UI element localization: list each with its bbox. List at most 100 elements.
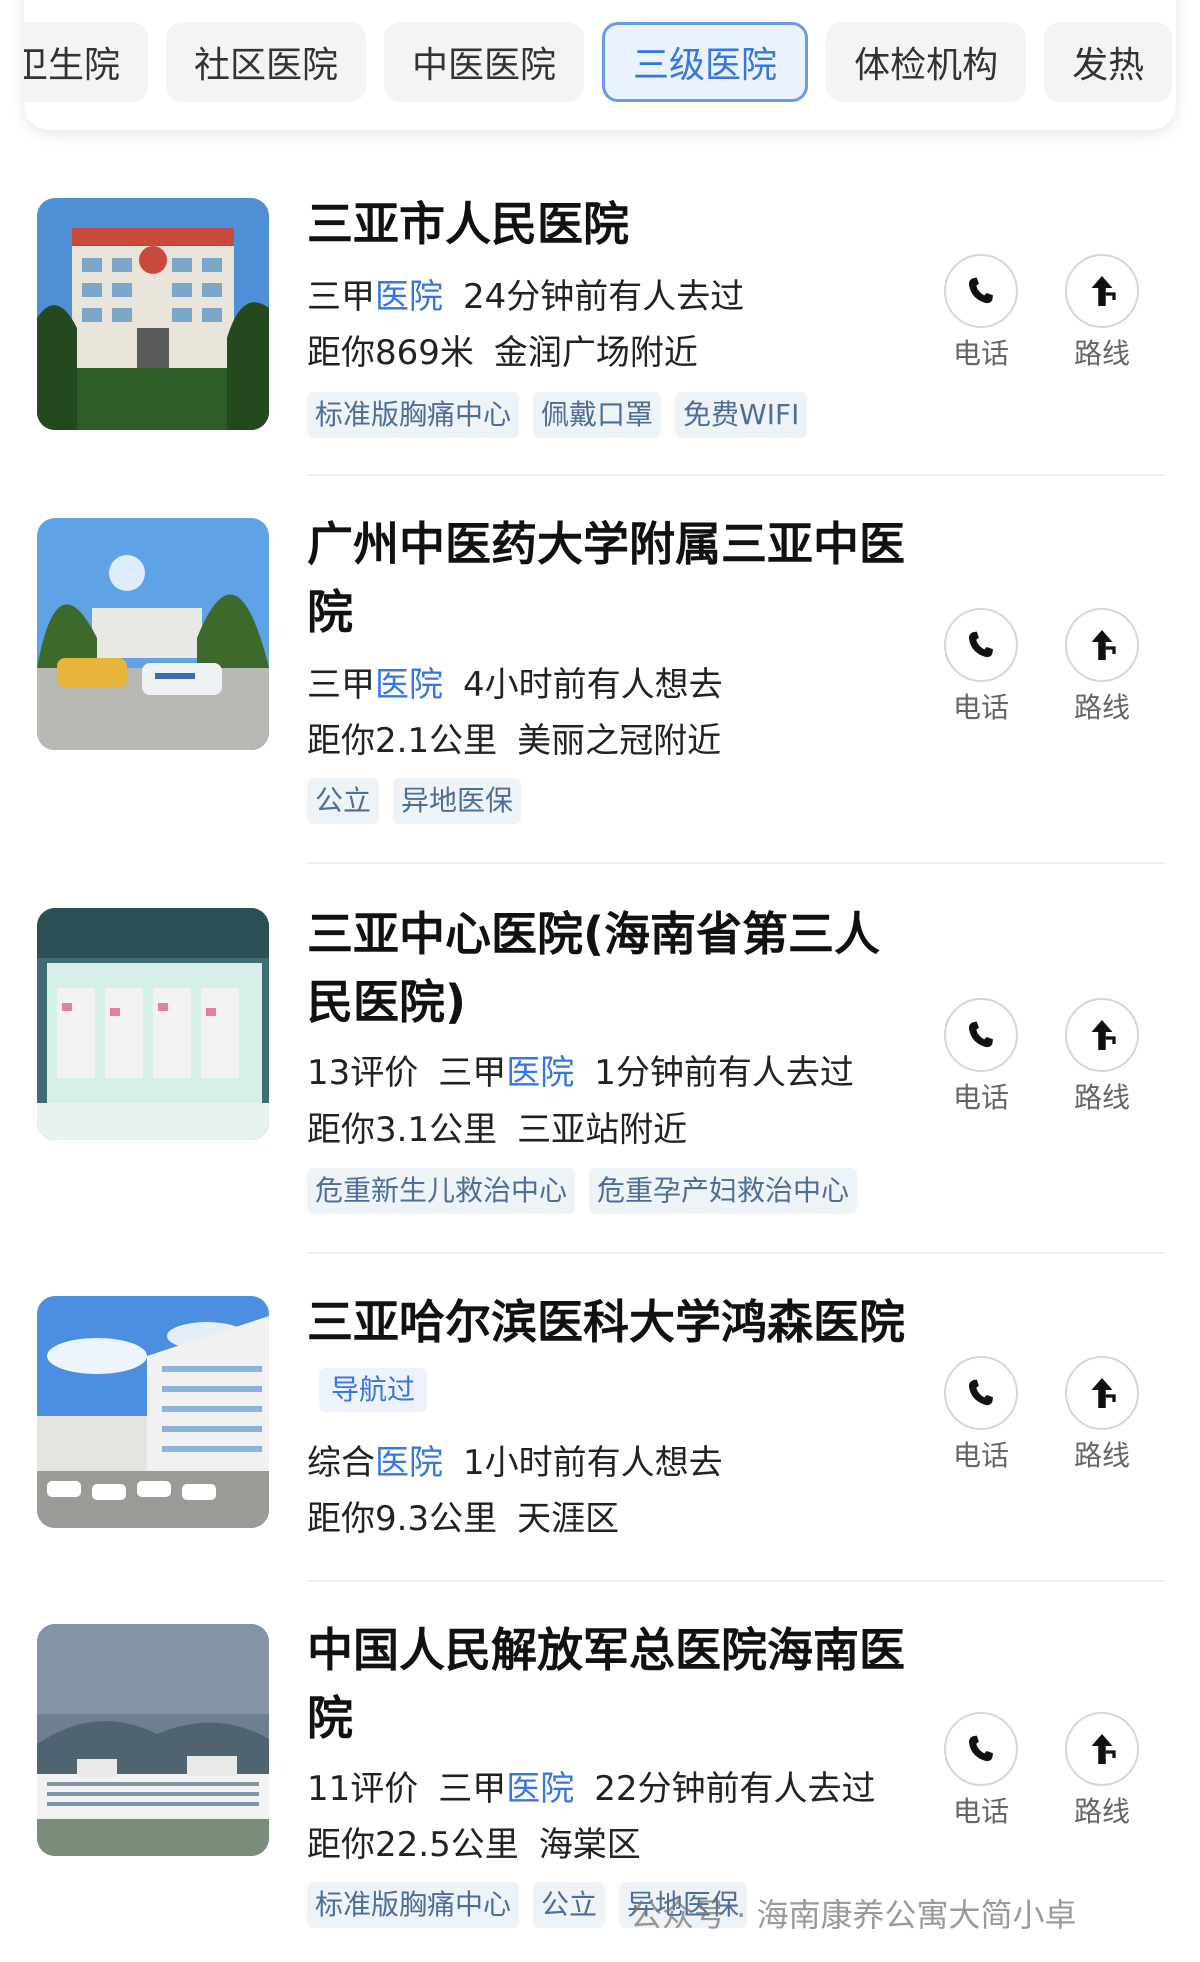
hospital-activity: 1分钟前有人去过	[594, 1053, 854, 1093]
route-button[interactable]: 路线	[1057, 1356, 1147, 1476]
hospital-distance: 距你22.5公里	[307, 1825, 519, 1865]
hospital-photo	[37, 1624, 269, 1856]
hospital-distance: 距你869米	[307, 333, 474, 373]
hospital-meta: 三甲医院 24分钟前有人去过	[307, 272, 744, 322]
phone-icon	[968, 631, 993, 658]
hospital-meta: 三甲医院 4小时前有人想去	[307, 660, 723, 710]
route-button[interactable]: 路线	[1057, 1712, 1147, 1832]
hospital-category: 医院	[375, 665, 443, 705]
route-label: 路线	[1073, 1439, 1130, 1472]
call-button[interactable]: 电话	[936, 998, 1026, 1118]
hospital-category: 医院	[375, 1443, 443, 1483]
tag: 免费WIFI	[675, 392, 808, 438]
call-button[interactable]: 电话	[936, 1356, 1026, 1476]
hospital-category: 医院	[506, 1053, 575, 1093]
route-button[interactable]: 路线	[1057, 998, 1147, 1118]
route-arrow-icon	[1091, 1378, 1116, 1408]
hospital-name[interactable]: 三亚市人民医院	[307, 190, 907, 258]
filter-chip-community-hospital[interactable]: 社区医院	[166, 22, 367, 102]
hospital-location: 距你869米 金润广场附近	[307, 328, 698, 378]
hospital-name[interactable]: 中国人民解放军总医院海南医院	[307, 1616, 907, 1752]
route-button[interactable]: 路线	[1057, 254, 1147, 374]
hospital-name[interactable]: 三亚中心医院(海南省第三人民医院)	[307, 900, 907, 1036]
divider	[307, 862, 1165, 864]
route-arrow-icon	[1091, 276, 1116, 306]
hospital-activity: 1小时前有人想去	[463, 1443, 723, 1483]
phone-icon	[968, 1021, 993, 1048]
hospital-reviews[interactable]: 13评价	[307, 1053, 418, 1093]
hospital-photo	[37, 908, 269, 1140]
hospital-tags: 危重新生儿救治中心 危重孕产妇救治中心	[307, 1168, 858, 1214]
route-label: 路线	[1073, 691, 1130, 724]
hospital-level: 三甲	[307, 277, 375, 317]
hospital-name-text: 三亚哈尔滨医科大学鸿森医院	[307, 1295, 905, 1349]
hospital-photo	[37, 1296, 269, 1528]
hospital-area: 海棠区	[538, 1825, 641, 1865]
filter-bar: 卫生院 社区医院 中医医院 三级医院 体检机构 发热	[24, 0, 1176, 130]
route-label: 路线	[1073, 1795, 1130, 1828]
divider	[307, 474, 1165, 476]
hospital-activity: 22分钟前有人去过	[594, 1769, 876, 1809]
call-label: 电话	[952, 337, 1009, 370]
route-label: 路线	[1073, 337, 1130, 370]
tag: 危重新生儿救治中心	[307, 1168, 576, 1214]
hospital-photo	[37, 518, 269, 750]
call-button[interactable]: 电话	[936, 254, 1026, 374]
watermark: 公众号 · 海南康养公寓大简小卓	[630, 1896, 1077, 1934]
route-arrow-icon	[1091, 1734, 1116, 1764]
filter-chip-tertiary-hospital[interactable]: 三级医院	[602, 22, 809, 102]
tag: 标准版胸痛中心	[307, 1882, 520, 1928]
call-label: 电话	[952, 1081, 1009, 1114]
hospital-area: 金润广场附近	[493, 333, 698, 373]
hospital-level: 三甲	[438, 1769, 507, 1809]
tag: 标准版胸痛中心	[307, 392, 520, 438]
hospital-location: 距你22.5公里 海棠区	[307, 1820, 641, 1870]
tag: 异地医保	[393, 778, 522, 824]
hospital-location: 距你9.3公里 天涯区	[307, 1494, 619, 1544]
call-label: 电话	[952, 1795, 1009, 1828]
hospital-area: 美丽之冠附近	[517, 721, 722, 761]
tag: 危重孕产妇救治中心	[589, 1168, 858, 1214]
hospital-location: 距你3.1公里 三亚站附近	[307, 1105, 687, 1155]
hospital-location: 距你2.1公里 美丽之冠附近	[307, 716, 721, 766]
hospital-reviews[interactable]: 11评价	[307, 1769, 418, 1809]
route-label: 路线	[1073, 1081, 1130, 1114]
phone-icon	[968, 1735, 993, 1762]
hospital-level: 三甲	[438, 1053, 507, 1093]
filter-chip-health-center[interactable]: 卫生院	[24, 22, 149, 102]
phone-icon	[968, 277, 993, 304]
hospital-name[interactable]: 广州中医药大学附属三亚中医院	[307, 510, 907, 646]
hospital-category: 医院	[375, 277, 443, 317]
filter-chip-checkup[interactable]: 体检机构	[826, 22, 1027, 102]
call-label: 电话	[952, 1439, 1009, 1472]
hospital-activity: 24分钟前有人去过	[463, 277, 745, 317]
tag: 佩戴口罩	[533, 392, 662, 438]
hospital-tags: 公立 异地医保	[307, 778, 522, 824]
route-button[interactable]: 路线	[1057, 608, 1147, 728]
route-arrow-icon	[1091, 1020, 1116, 1050]
divider	[307, 1580, 1165, 1582]
hospital-name[interactable]: 三亚哈尔滨医科大学鸿森医院导航过	[307, 1288, 907, 1424]
route-arrow-icon	[1091, 630, 1116, 660]
filter-chip-row: 卫生院 社区医院 中医医院 三级医院 体检机构 发热	[24, 22, 1173, 102]
hospital-meta: 11评价 三甲医院 22分钟前有人去过	[307, 1764, 876, 1814]
hospital-level: 综合	[307, 1443, 375, 1483]
hospital-area: 天涯区	[517, 1499, 620, 1539]
call-button[interactable]: 电话	[936, 608, 1026, 728]
filter-chip-tcm-hospital[interactable]: 中医医院	[384, 22, 585, 102]
tag: 公立	[307, 778, 380, 824]
hospital-meta: 13评价 三甲医院 1分钟前有人去过	[307, 1048, 854, 1098]
hospital-photo	[37, 198, 269, 430]
hospital-level: 三甲	[307, 665, 375, 705]
tag: 公立	[533, 1882, 606, 1928]
filter-chip-fever[interactable]: 发热	[1044, 22, 1173, 102]
navigated-badge: 导航过	[319, 1367, 428, 1412]
hospital-meta: 综合医院 1小时前有人想去	[307, 1438, 723, 1488]
call-button[interactable]: 电话	[936, 1712, 1026, 1832]
hospital-tags: 标准版胸痛中心 佩戴口罩 免费WIFI	[307, 392, 808, 438]
call-label: 电话	[952, 691, 1009, 724]
hospital-area: 三亚站附近	[517, 1110, 688, 1150]
hospital-distance: 距你9.3公里	[307, 1499, 498, 1539]
hospital-distance: 距你3.1公里	[307, 1110, 498, 1150]
divider	[307, 1252, 1165, 1254]
